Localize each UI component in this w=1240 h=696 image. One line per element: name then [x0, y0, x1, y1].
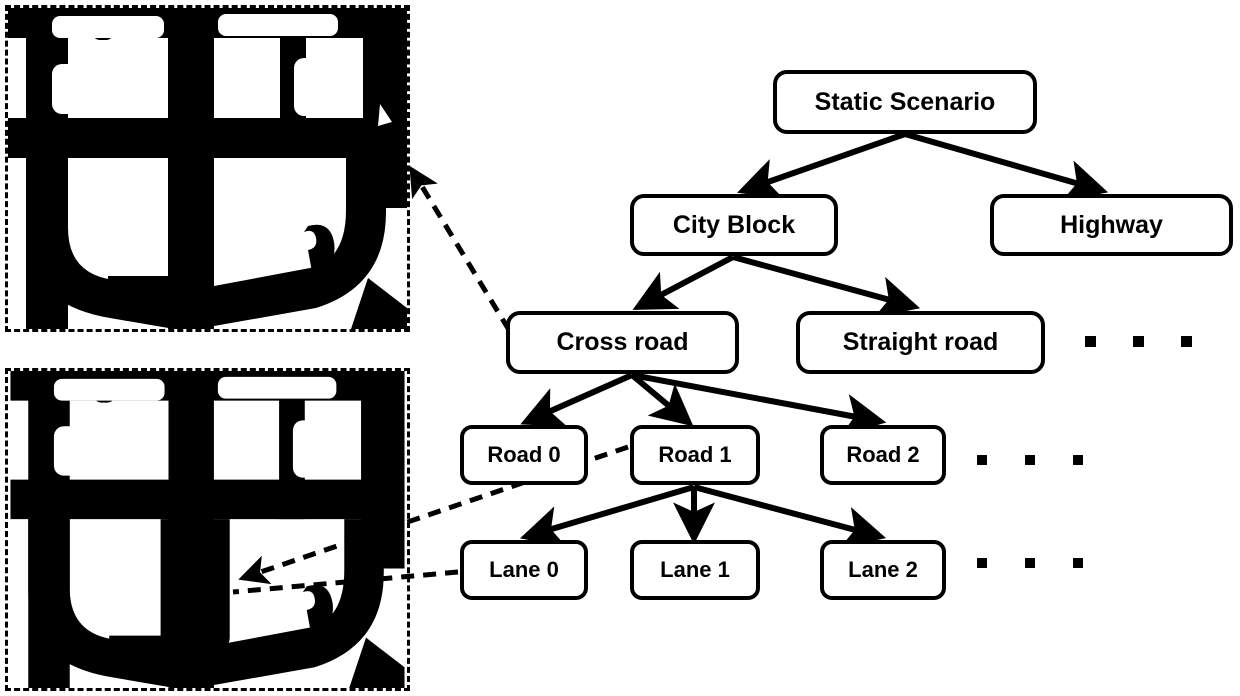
ellipsis-dot	[1025, 455, 1035, 465]
edge-crossroad-road2	[631, 372, 887, 436]
level5-ellipsis	[977, 558, 1083, 568]
node-road-0[interactable]: Road 0	[460, 425, 588, 485]
level3-ellipsis	[1085, 336, 1192, 347]
node-label: Lane 2	[848, 557, 918, 582]
node-static-scenario[interactable]: Static Scenario	[773, 70, 1037, 134]
node-highway[interactable]: Highway	[990, 194, 1233, 256]
edge-road1-lane2	[693, 484, 887, 548]
road-network-graphic-top	[8, 8, 407, 329]
ellipsis-dot	[1085, 336, 1096, 347]
ellipsis-dot	[1133, 336, 1144, 347]
callout-crossroad-to-top-map	[409, 165, 512, 332]
ellipsis-dot	[977, 558, 987, 568]
node-lane-0[interactable]: Lane 0	[460, 540, 588, 600]
ellipsis-dot	[1025, 558, 1035, 568]
node-road-1[interactable]: Road 1	[630, 425, 760, 485]
edge-road1-lane0	[519, 484, 695, 547]
ellipsis-dot	[1181, 336, 1192, 347]
edge-cityblock-straightroad	[732, 254, 921, 318]
node-label: Road 0	[487, 442, 561, 467]
node-label: City Block	[672, 210, 796, 239]
road-network-graphic-bottom	[10, 371, 405, 688]
edge-root-cityblock	[737, 131, 906, 199]
ellipsis-dot	[977, 455, 987, 465]
node-label: Road 1	[658, 442, 732, 467]
node-lane-2[interactable]: Lane 2	[820, 540, 946, 600]
node-cross-road[interactable]: Cross road	[506, 311, 739, 374]
edge-root-highway	[904, 131, 1109, 201]
node-road-2[interactable]: Road 2	[820, 425, 946, 485]
edge-crossroad-road0	[520, 372, 634, 427]
ellipsis-dot	[1073, 455, 1083, 465]
city-block-lane-highlight-map	[5, 368, 410, 691]
ellipsis-dot	[1073, 558, 1083, 568]
edge-crossroad-road1	[630, 372, 694, 427]
node-label: Road 2	[846, 442, 920, 467]
edge-cityblock-crossroad	[632, 254, 735, 310]
node-city-block[interactable]: City Block	[630, 194, 838, 256]
node-label: Cross road	[556, 328, 689, 356]
node-straight-road[interactable]: Straight road	[796, 311, 1045, 374]
node-label: Straight road	[842, 328, 999, 356]
highlighted-lane-segment	[160, 519, 230, 648]
node-label: Highway	[1060, 210, 1163, 239]
figure-canvas: Static Scenario City Block Highway Cross…	[0, 0, 1240, 696]
node-label: Static Scenario	[814, 87, 996, 116]
node-label: Lane 0	[489, 557, 559, 582]
node-lane-1[interactable]: Lane 1	[630, 540, 760, 600]
node-label: Lane 1	[660, 557, 730, 582]
level4-ellipsis	[977, 455, 1083, 465]
city-block-overview-map	[5, 5, 410, 332]
